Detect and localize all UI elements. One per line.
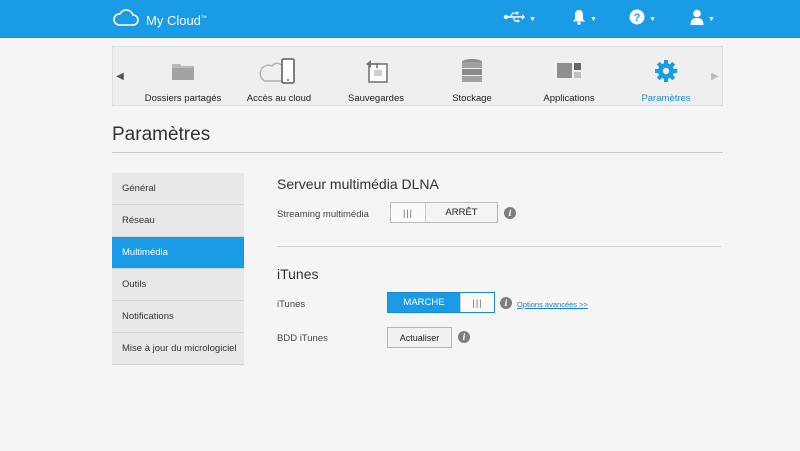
nav-scroll-right-button[interactable]: ▶: [708, 47, 722, 105]
section-divider: [277, 246, 721, 247]
main-navigation: ◀ Dossiers partagés Accès au cloud Sauve…: [112, 46, 723, 106]
sidebar-item-utilities[interactable]: Outils: [112, 269, 244, 301]
cloud-device-icon: [259, 55, 299, 87]
nav-item-cloud-access[interactable]: Accès au cloud: [229, 47, 329, 105]
gear-icon: [654, 55, 678, 87]
usb-menu[interactable]: ▼: [503, 10, 536, 28]
folder-icon: [171, 55, 195, 87]
sidebar-item-media[interactable]: Multimédia: [112, 237, 244, 269]
nav-scroll-left-button[interactable]: ◀: [113, 47, 127, 105]
toggle-grip: |||: [460, 293, 494, 312]
nav-item-backups[interactable]: Sauvegardes: [326, 47, 426, 105]
nav-item-storage[interactable]: Stockage: [422, 47, 522, 105]
toggle-state: MARCHE: [388, 293, 460, 312]
notifications-menu[interactable]: ▼: [572, 9, 597, 30]
nav-item-label: Dossiers partagés: [144, 93, 222, 104]
nav-item-shared-folders[interactable]: Dossiers partagés: [133, 47, 233, 105]
nav-item-label: Paramètres: [641, 93, 691, 104]
refresh-button[interactable]: Actualiser: [387, 327, 452, 348]
svg-text:?: ?: [634, 12, 641, 24]
chevron-down-icon: ▼: [529, 15, 536, 23]
backup-icon: [363, 55, 389, 87]
nav-item-applications[interactable]: Applications: [519, 47, 619, 105]
toggle-grip: |||: [391, 203, 425, 222]
top-bar: My Cloud™ ▼ ▼ ? ▼ ▼: [0, 0, 800, 38]
streaming-toggle[interactable]: ||| ARRÊT: [390, 202, 498, 223]
dlna-section-title: Serveur multimédia DLNA: [277, 176, 439, 192]
itunes-section-title: iTunes: [277, 266, 319, 282]
advanced-options-link[interactable]: Options avancées >>: [517, 300, 588, 309]
itunes-label: iTunes: [277, 299, 306, 310]
streaming-label: Streaming multimédia: [277, 209, 369, 220]
itunes-toggle[interactable]: MARCHE |||: [387, 292, 495, 313]
nav-item-settings[interactable]: Paramètres: [616, 47, 716, 105]
app-name: My Cloud™: [146, 13, 207, 28]
usb-icon: [503, 10, 525, 28]
sidebar-item-network[interactable]: Réseau: [112, 205, 244, 237]
chevron-down-icon: ▼: [708, 15, 715, 23]
help-icon: ?: [629, 9, 645, 30]
help-menu[interactable]: ? ▼: [629, 9, 656, 30]
settings-sidebar: Général Réseau Multimédia Outils Notific…: [112, 173, 244, 365]
cloud-logo-icon: [112, 8, 140, 33]
page-title: Paramètres: [112, 124, 211, 145]
toggle-state: ARRÊT: [425, 203, 497, 222]
chevron-down-icon: ▼: [590, 15, 597, 23]
sidebar-item-firmware-update[interactable]: Mise à jour du micrologiciel: [112, 333, 244, 365]
nav-item-label: Stockage: [452, 93, 492, 104]
title-divider: [112, 152, 723, 153]
apps-icon: [556, 55, 582, 87]
chevron-down-icon: ▼: [649, 15, 656, 23]
sidebar-item-general[interactable]: Général: [112, 173, 244, 205]
user-menu[interactable]: ▼: [690, 9, 715, 30]
sidebar-item-notifications[interactable]: Notifications: [112, 301, 244, 333]
nav-item-label: Applications: [543, 93, 595, 104]
logo[interactable]: My Cloud™: [112, 8, 207, 33]
nav-item-label: Accès au cloud: [246, 93, 312, 104]
nav-item-label: Sauvegardes: [348, 93, 404, 104]
itunes-db-label: BDD iTunes: [277, 333, 328, 344]
bell-icon: [572, 9, 586, 30]
info-icon[interactable]: i: [504, 207, 516, 219]
storage-icon: [460, 55, 484, 87]
info-icon[interactable]: i: [458, 331, 470, 343]
info-icon[interactable]: i: [500, 297, 512, 309]
user-icon: [690, 9, 704, 30]
